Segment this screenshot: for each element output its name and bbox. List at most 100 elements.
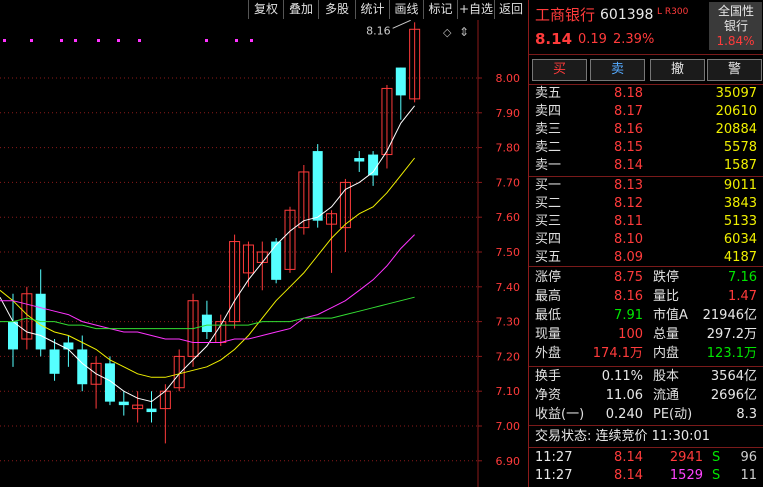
cancel-order-button[interactable]: 撤 [650,59,705,81]
alert-button[interactable]: 警 [707,59,762,81]
book-label: 卖三 [535,122,562,137]
book-label: 卖一 [535,158,562,173]
sector-badge[interactable]: 全国性银行 1.84% [709,2,762,50]
divider [529,266,763,267]
add-watchlist-button[interactable]: +自选 [457,0,494,19]
stat-label: 外盘 [535,346,562,361]
book-price[interactable]: 8.09 [589,250,643,266]
stat-label: 现量 [535,327,562,342]
tick-time: 11:27 [535,468,573,483]
price-tick-label: 7.80 [496,142,521,155]
price-tick-label: 8.00 [496,72,521,85]
price-tick-label: 7.00 [496,420,521,433]
book-price[interactable]: 8.13 [589,178,643,194]
candle-body [395,67,406,96]
back-button[interactable]: 返回 [494,0,527,19]
book-label: 买四 [535,232,562,247]
book-price[interactable]: 8.16 [589,122,643,138]
stat-value: 2696亿 [710,388,757,403]
book-label: 卖二 [535,140,562,155]
stat-value: 297.2万 [706,327,757,342]
event-marker [250,39,253,42]
price-tick-label: 7.30 [496,316,521,329]
price-tick-label: 7.70 [496,176,521,189]
book-label: 买三 [535,214,562,229]
sector-change: 1.84% [716,34,755,48]
candle-body [271,241,282,280]
multi-stock-button[interactable]: 多股 [318,0,355,19]
book-label: 卖五 [535,86,562,101]
book-label: 买一 [535,178,562,193]
draw-line-button[interactable]: 画线 [389,0,423,19]
stat-value: 8.3 [736,407,757,422]
stat-label: 总量 [653,327,680,342]
book-price[interactable]: 8.17 [589,104,643,120]
price-tick-label: 7.20 [496,350,521,363]
tick-count: 96 [740,450,757,465]
book-price[interactable]: 8.18 [589,86,643,102]
book-label: 买二 [535,196,562,211]
buy-button[interactable]: 买 [532,59,587,81]
book-label: 买五 [535,250,562,265]
stat-label: 流通 [653,388,680,403]
price-change: 0.19 [578,32,607,47]
stat-value: 174.1万 [592,346,643,361]
book-volume: 3843 [723,196,757,211]
quote-panel: 工商银行 601398 L R300 全国性银行 1.84% 8.14 0.19… [528,0,763,487]
tick-count: 11 [740,468,757,483]
stat-value: 8.75 [614,270,643,285]
overlay-button[interactable]: 叠加 [283,0,318,19]
mark-button[interactable]: 标记 [423,0,457,19]
candle-body [8,321,18,350]
book-price[interactable]: 8.11 [589,214,643,230]
book-price[interactable]: 8.14 [589,158,643,174]
book-volume: 20610 [715,104,757,119]
stat-label: 市值A [653,308,688,323]
event-marker [117,39,120,42]
stat-label: 量比 [653,289,680,304]
book-volume: 5578 [723,140,757,155]
book-price[interactable]: 8.10 [589,232,643,248]
book-price[interactable]: 8.15 [589,140,643,156]
statistics-button[interactable]: 统计 [355,0,389,19]
stock-code: 601398 [600,7,654,23]
stat-label: 最低 [535,308,562,323]
event-marker [97,39,100,42]
price-tick-label: 6.90 [496,455,521,468]
candle-body [63,342,74,350]
stat-value: 0.240 [605,407,643,422]
fuquan-button[interactable]: 复权 [248,0,283,19]
price-tick-label: 7.50 [496,246,521,259]
candle-body [201,314,212,333]
candle-body [146,408,157,413]
kline-chart[interactable]: 8.00 7.90 7.80 7.70 7.60 7.50 7.40 7.30 7.20 7.10… [0,20,527,487]
diamond-icon[interactable]: ◇ [443,25,451,41]
stat-label: 跌停 [653,270,680,285]
stat-value: 7.16 [728,270,757,285]
event-marker [205,39,208,42]
divider [529,366,763,367]
stat-value: 8.16 [614,289,643,304]
high-marker-label: 8.16 [366,24,391,37]
price-change-pct: 2.39% [613,32,655,47]
stat-value: 1.47 [728,289,757,304]
sell-button[interactable]: 卖 [590,59,645,81]
expand-icon[interactable]: ⇕ [459,24,469,40]
book-volume: 4187 [723,250,757,265]
stat-label: 换手 [535,369,562,384]
stat-label: 股本 [653,369,680,384]
event-marker [30,39,33,42]
candle-body [77,349,88,385]
stock-name[interactable]: 工商银行 [535,6,595,24]
chart-toolbar: 复权 叠加 多股 统计 画线 标记 +自选 返回 [0,0,527,20]
divider [529,176,763,177]
last-price: 8.14 [535,30,573,48]
stat-value: 100 [618,327,643,342]
price-tick-label: 7.60 [496,211,521,224]
stat-value: 0.11% [601,369,643,384]
price-tick-label: 7.90 [496,107,521,120]
book-price[interactable]: 8.12 [589,196,643,212]
book-volume: 35097 [715,86,757,101]
divider [529,54,763,55]
book-volume: 5133 [723,214,757,229]
